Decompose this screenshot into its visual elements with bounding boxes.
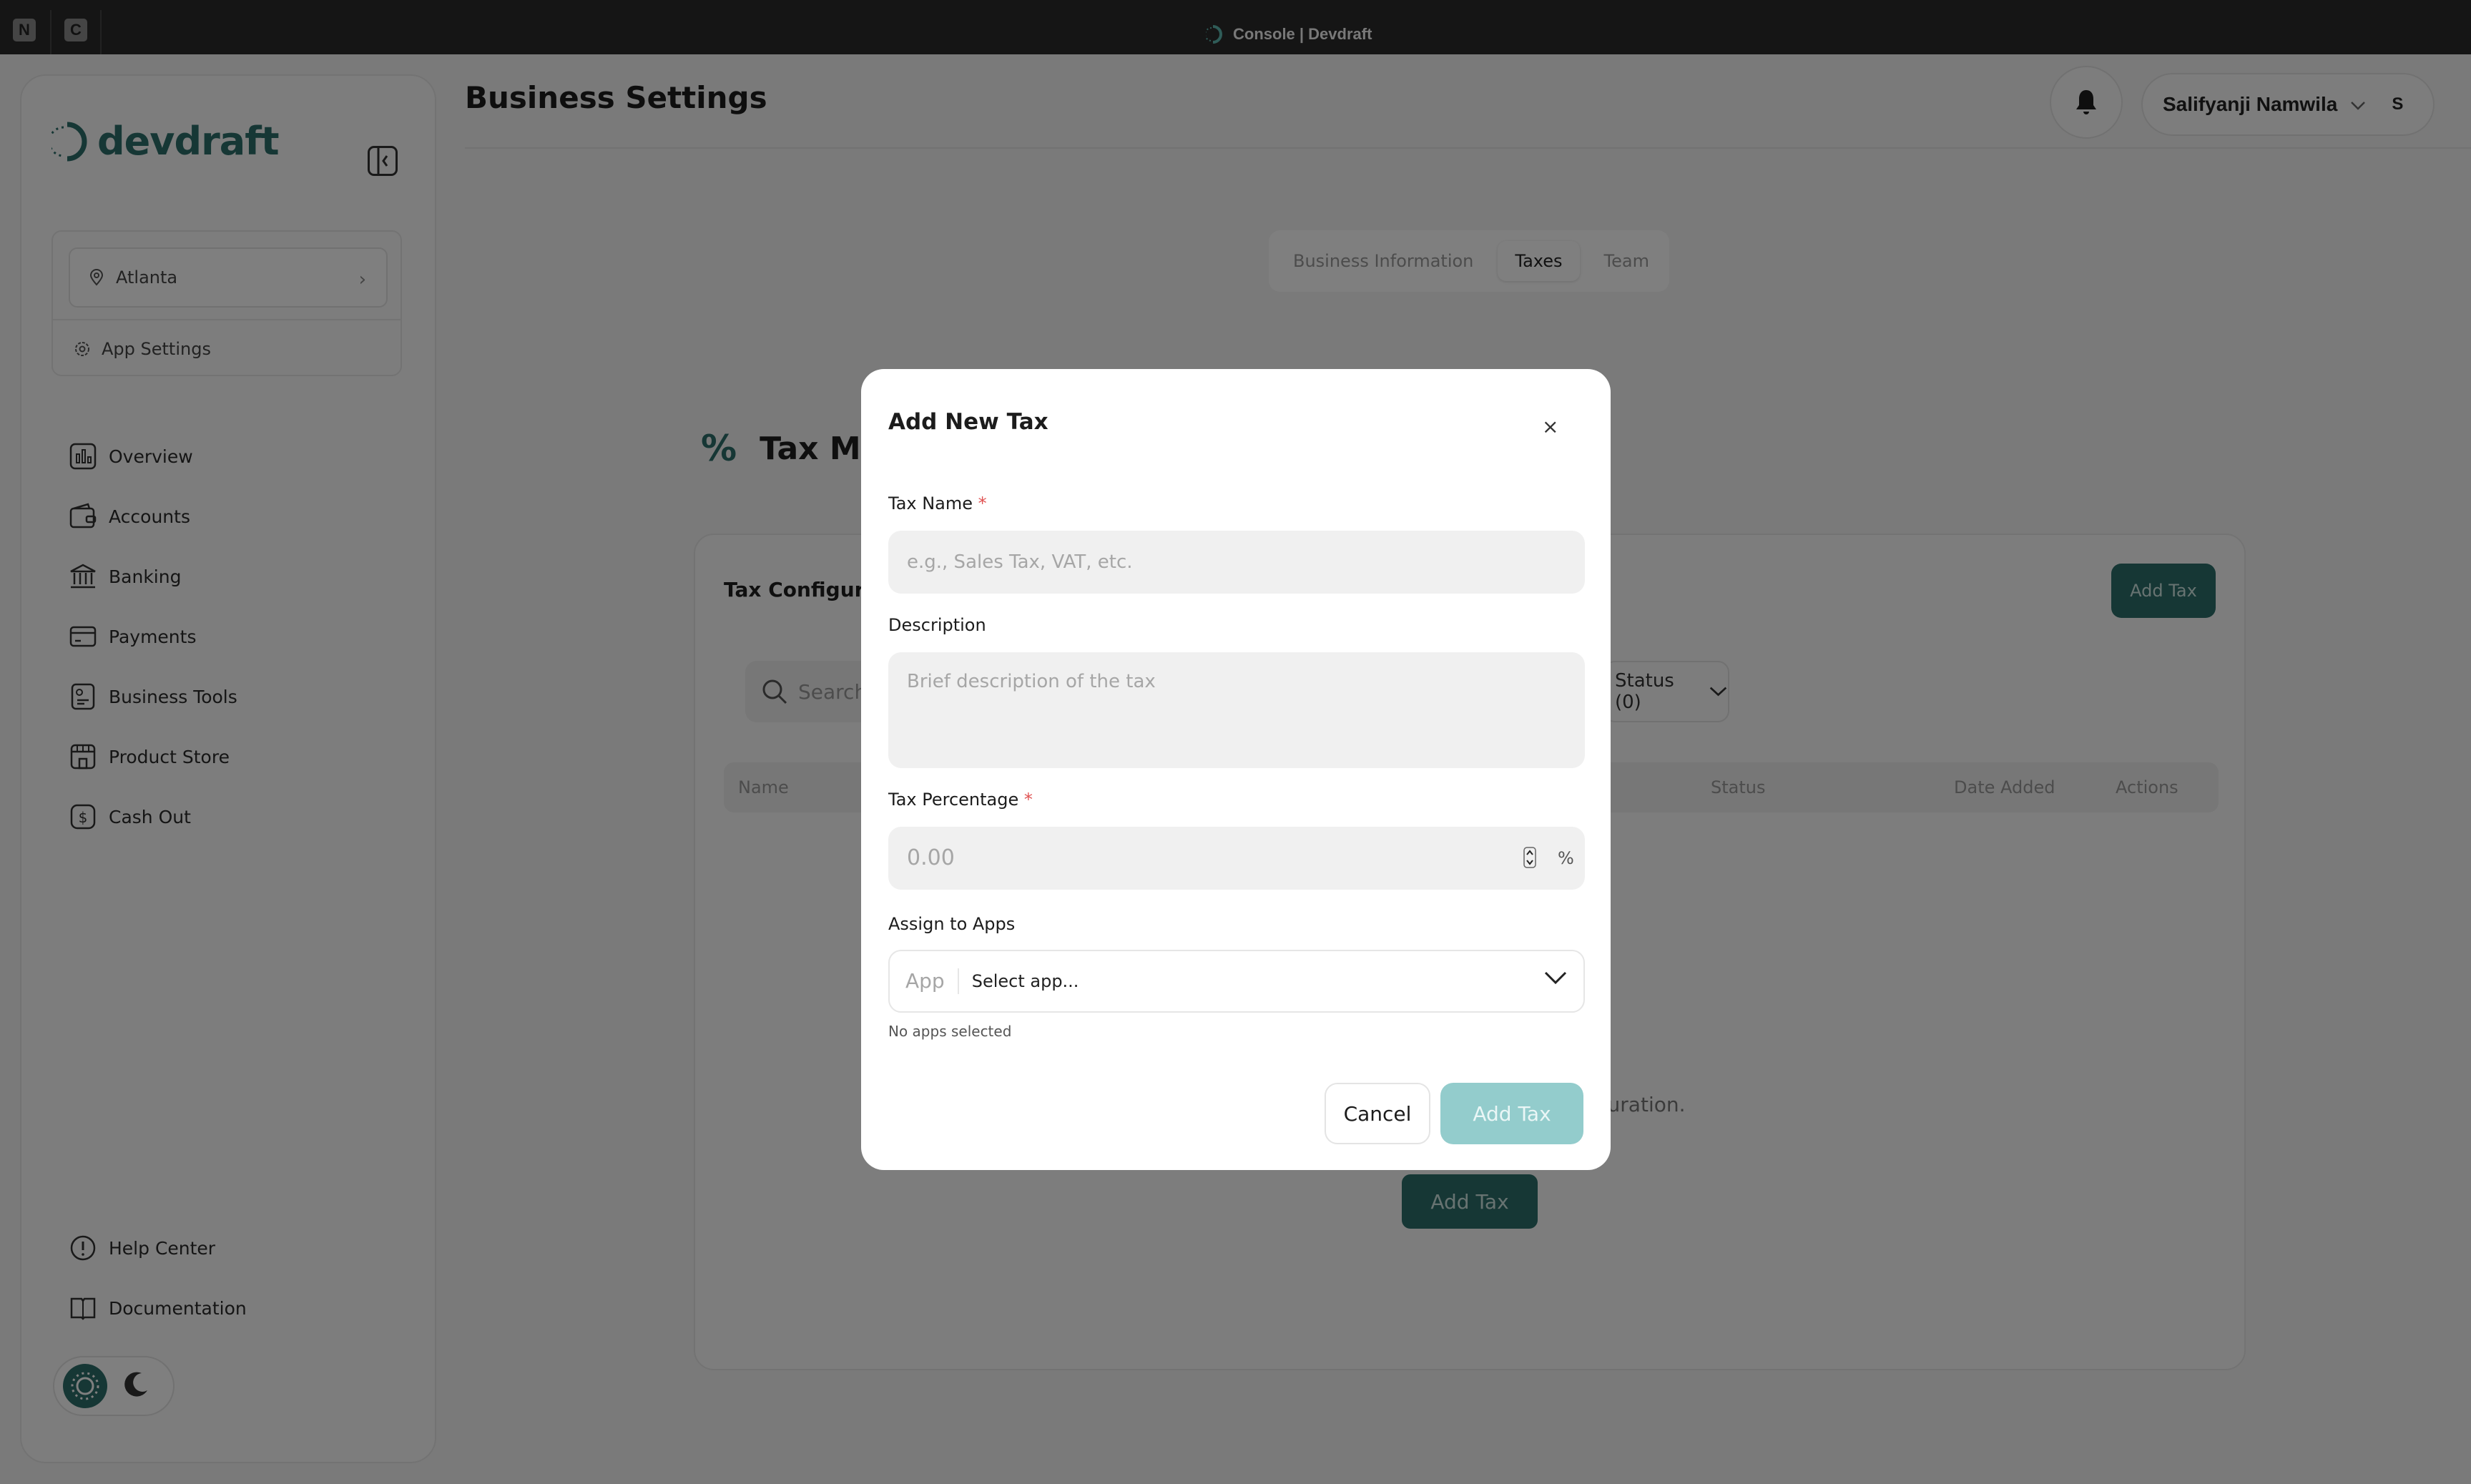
app-select-value: Select app...	[971, 971, 1079, 991]
description-label: Description	[888, 615, 986, 635]
tax-percentage-label: Tax Percentage *	[888, 790, 1033, 810]
tax-name-label-text: Tax Name	[888, 493, 973, 513]
cancel-button[interactable]: Cancel	[1325, 1083, 1430, 1144]
assign-apps-label: Assign to Apps	[888, 914, 1016, 934]
modal-title: Add New Tax	[888, 409, 1048, 435]
tax-percentage-label-text: Tax Percentage	[888, 790, 1019, 810]
tax-name-label: Tax Name *	[888, 493, 987, 513]
add-tax-modal: Add New Tax × Tax Name * e.g., Sales Tax…	[861, 369, 1611, 1170]
tax-percentage-placeholder: 0.00	[907, 845, 955, 870]
apps-hint: No apps selected	[888, 1023, 1012, 1040]
app-select[interactable]: App Select app...	[888, 950, 1585, 1013]
tax-name-placeholder: e.g., Sales Tax, VAT, etc.	[907, 551, 1133, 573]
required-marker: *	[978, 493, 987, 513]
required-marker: *	[1023, 790, 1033, 810]
description-placeholder: Brief description of the tax	[907, 671, 1156, 692]
close-icon[interactable]: ×	[1542, 415, 1558, 438]
tax-name-input[interactable]: e.g., Sales Tax, VAT, etc.	[888, 531, 1585, 594]
percent-sign: %	[1558, 848, 1574, 868]
app-select-prefix: App	[890, 968, 959, 994]
tax-percentage-input[interactable]: 0.00 %	[888, 827, 1585, 890]
add-tax-submit-button[interactable]: Add Tax	[1440, 1083, 1583, 1144]
chevron-down-icon	[1544, 971, 1567, 985]
description-textarea[interactable]: Brief description of the tax	[888, 652, 1585, 768]
number-stepper-icon[interactable]	[1523, 847, 1536, 868]
